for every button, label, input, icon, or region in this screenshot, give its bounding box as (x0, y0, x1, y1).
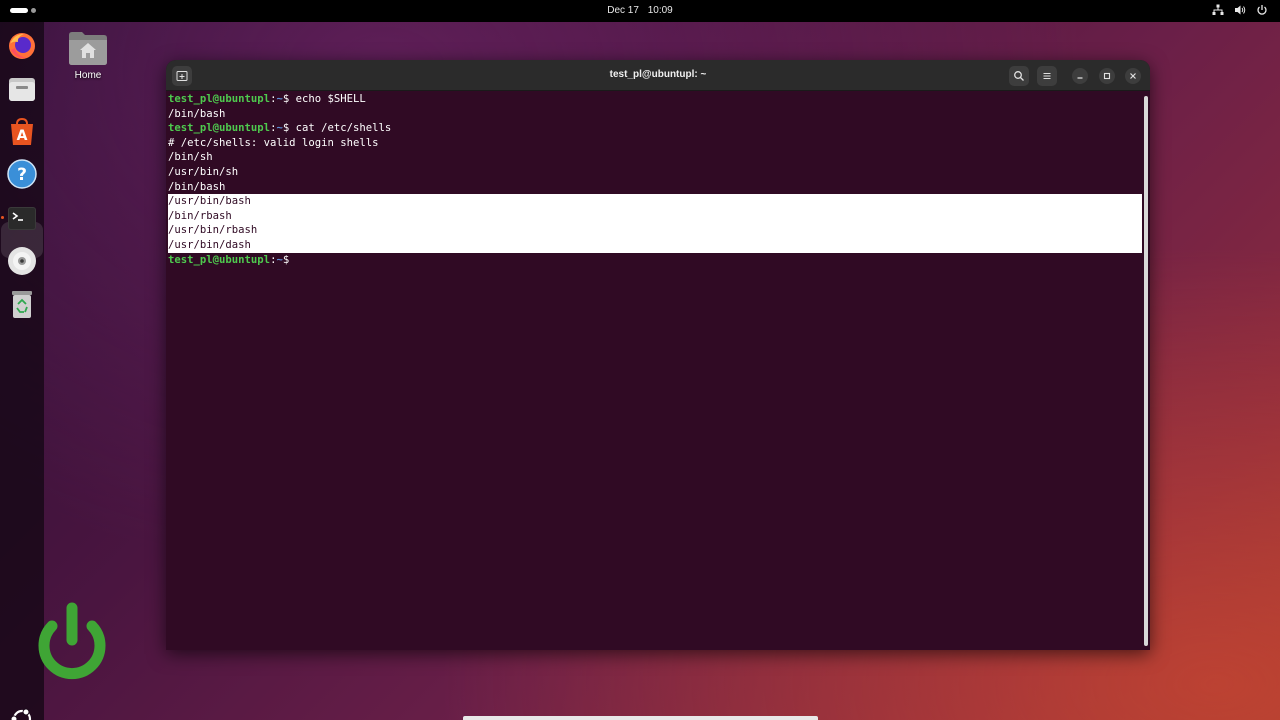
firefox-icon (9, 33, 35, 59)
home-folder-icon (69, 32, 107, 65)
prompt-dollar: $ (282, 253, 290, 266)
dock-item-app-center[interactable]: A (6, 116, 38, 148)
dock-item-files[interactable] (6, 73, 38, 105)
dock-item-trash[interactable] (6, 288, 38, 320)
terminal-line: test_pl@ubuntupl:~$ echo $SHELL (168, 92, 1140, 107)
close-button[interactable] (1125, 68, 1141, 84)
dock-item-firefox[interactable] (6, 30, 38, 62)
window-title: test_pl@ubuntupl: ~ (609, 69, 707, 80)
dock-item-disc[interactable] (6, 245, 38, 277)
network-icon (1212, 4, 1224, 15)
terminal-line: /bin/bash (168, 180, 226, 193)
terminal-line: # /etc/shells: valid login shells (168, 136, 379, 149)
terminal-line: test_pl@ubuntupl:~$ cat /etc/shells (168, 121, 1140, 136)
terminal-output[interactable]: test_pl@ubuntupl:~$ echo $SHELL /bin/bas… (166, 92, 1142, 650)
running-indicator (1, 216, 4, 219)
terminal-line-selected: /usr/bin/bash (168, 194, 1142, 209)
power-logo (28, 600, 116, 688)
prompt-user: test_pl@ubuntupl (168, 93, 271, 105)
power-icon (1257, 5, 1267, 15)
menu-button[interactable] (1037, 66, 1057, 86)
prompt-user: test_pl@ubuntupl (168, 122, 271, 135)
desktop-home-folder[interactable] (68, 30, 108, 66)
terminal-line-selected: /bin/rbash (168, 208, 1142, 224)
command-text: cat /etc/shells (289, 122, 392, 135)
show-apps-button[interactable] (9, 706, 35, 720)
terminal-line-selected: /usr/bin/dash (168, 237, 1142, 253)
prompt-user: test_pl@ubuntupl (168, 253, 271, 266)
app-center-icon: A (11, 117, 33, 145)
terminal-line-selected: /usr/bin/rbash (168, 223, 1142, 238)
system-tray[interactable] (1212, 4, 1268, 16)
command-text: echo $SHELL (289, 93, 366, 105)
terminal-scrollbar[interactable] (1142, 92, 1150, 650)
clock-date: Dec 17 (607, 5, 639, 16)
maximize-icon (1103, 72, 1111, 80)
power-symbol-icon (38, 602, 106, 680)
maximize-button[interactable] (1099, 68, 1115, 84)
dock-item-help[interactable]: ? (6, 158, 38, 190)
ubuntu-logo-icon (10, 708, 32, 720)
files-icon (9, 78, 35, 101)
minimize-button[interactable] (1072, 68, 1088, 84)
help-icon: ? (7, 159, 37, 189)
disc-icon (8, 247, 36, 275)
hamburger-menu-icon (1043, 73, 1051, 79)
search-button[interactable] (1009, 66, 1029, 86)
volume-icon (1235, 5, 1246, 15)
dock-item-terminal[interactable] (6, 202, 38, 234)
terminal-line: /usr/bin/sh (168, 165, 239, 178)
svg-text:A: A (17, 128, 28, 144)
clock-time: 10:09 (647, 5, 673, 16)
terminal-icon (8, 207, 36, 230)
search-icon (1014, 71, 1024, 81)
terminal-line: test_pl@ubuntupl:~$ (168, 253, 1140, 268)
minimize-icon (1077, 77, 1083, 79)
close-icon (1130, 73, 1136, 79)
terminal-line: /bin/sh (168, 151, 213, 164)
svg-text:?: ? (17, 165, 27, 185)
desktop-home-label: Home (74, 70, 102, 81)
bottom-panel-edge (463, 716, 818, 720)
scrollbar-thumb[interactable] (1144, 96, 1148, 646)
terminal-window: test_pl@ubuntupl: ~ test_pl@ubuntupl:~$ … (166, 60, 1150, 650)
clock[interactable]: Dec 17 10:09 (0, 5, 1280, 16)
terminal-line: /bin/bash (168, 107, 226, 120)
window-titlebar[interactable]: test_pl@ubuntupl: ~ (166, 60, 1150, 91)
top-bar: Dec 17 10:09 (0, 0, 1280, 22)
trash-icon (12, 291, 32, 318)
